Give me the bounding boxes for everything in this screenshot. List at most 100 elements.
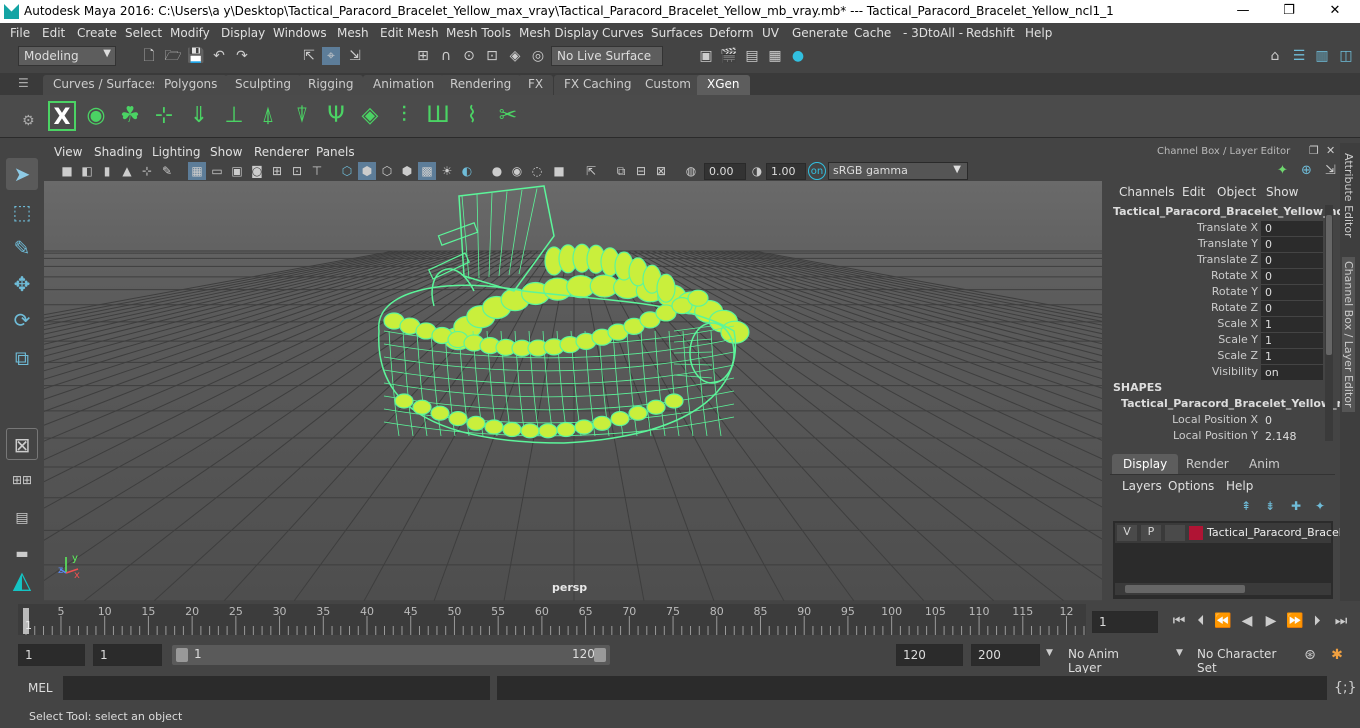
xgen-hair-icon[interactable]: ⍋ xyxy=(254,101,282,131)
xray-components-icon[interactable]: ⊠ xyxy=(652,162,670,180)
new-layer-selected-icon[interactable]: ✦ xyxy=(1315,499,1325,513)
step-back-frame-icon[interactable]: ⏴ xyxy=(1192,612,1210,630)
default-material-icon[interactable]: ⬢ xyxy=(398,162,416,180)
script-editor-icon[interactable]: {;} xyxy=(1334,679,1357,697)
step-back-key-icon[interactable]: ⏪ xyxy=(1214,612,1232,630)
menu-select[interactable]: Select xyxy=(125,26,162,40)
menu-mesh[interactable]: Mesh xyxy=(337,26,369,40)
snap-view-icon[interactable]: ⊡ xyxy=(483,47,501,65)
cb-menu-edit[interactable]: Edit xyxy=(1182,185,1205,199)
attr-value-scale-y[interactable]: 1 xyxy=(1261,333,1323,348)
play-backwards-icon[interactable]: ◀ xyxy=(1238,612,1256,630)
xgen-lock-icon[interactable]: ⍒ xyxy=(288,101,316,131)
live-surface-field[interactable]: No Live Surface xyxy=(551,46,663,66)
menu-3dtoall[interactable]: - 3DtoAll - xyxy=(903,26,963,40)
shelf-tab-animation[interactable]: Animation xyxy=(363,75,445,95)
xgen-leaf-icon[interactable]: ☘ xyxy=(116,101,144,131)
attr-value-scale-z[interactable]: 1 xyxy=(1261,349,1323,364)
textured-icon[interactable]: ▩ xyxy=(418,162,436,180)
exposure-icon[interactable]: ◍ xyxy=(682,162,700,180)
safe-title-icon[interactable]: ⊤ xyxy=(308,162,326,180)
attr-value-translate-z[interactable]: 0 xyxy=(1261,253,1323,268)
panel-menu-lighting[interactable]: Lighting xyxy=(152,145,201,159)
menu-windows[interactable]: Windows xyxy=(273,26,327,40)
layer-color-swatch[interactable] xyxy=(1189,526,1203,540)
layer-name[interactable]: Tactical_Paracord_Bracelet xyxy=(1207,526,1353,539)
grid-icon[interactable]: ▦ xyxy=(188,162,206,180)
smooth-shade-icon[interactable]: ⬢ xyxy=(358,162,376,180)
preferences-icon[interactable]: ✱ xyxy=(1328,646,1346,664)
render-frame-icon[interactable]: ▣ xyxy=(697,47,715,65)
layer-tab-anim[interactable]: Anim xyxy=(1238,454,1291,474)
xray-icon[interactable]: ⧉ xyxy=(612,162,630,180)
xgen-layer-icon[interactable]: ◈ xyxy=(356,101,384,131)
attr-value-visibility[interactable]: on xyxy=(1261,365,1323,380)
attr-value-local-position-y[interactable]: 2.148 xyxy=(1261,429,1323,444)
lasso-tool-icon[interactable]: ⬚ xyxy=(6,196,38,228)
range-start-handle[interactable] xyxy=(176,648,188,662)
2d-pan-zoom-icon[interactable]: ⊹ xyxy=(138,162,156,180)
menu-modify[interactable]: Modify xyxy=(170,26,210,40)
maximize-button[interactable]: ❐ xyxy=(1266,2,1312,20)
channel-box-scrollbar[interactable] xyxy=(1325,205,1333,441)
shelf-tab-rigging[interactable]: Rigging xyxy=(298,75,364,95)
menu-create[interactable]: Create xyxy=(77,26,117,40)
xgen-eye-icon[interactable]: ◉ xyxy=(82,101,110,131)
select-component-icon[interactable]: ⇲ xyxy=(346,47,364,65)
menu-deform[interactable]: Deform xyxy=(709,26,754,40)
shelf-settings-gear-icon[interactable]: ⚙ xyxy=(22,113,35,129)
shelf-menu-icon[interactable]: ☰ xyxy=(18,76,29,90)
redo-icon[interactable]: ↷ xyxy=(233,47,251,65)
gate-mask-icon[interactable]: ◙ xyxy=(248,162,266,180)
shelf-tab-sculpting[interactable]: Sculpting xyxy=(225,75,302,95)
playback-start-field[interactable]: 1 xyxy=(93,644,162,666)
paint-select-tool-icon[interactable]: ✎ xyxy=(6,232,38,264)
time-slider[interactable]: 5 10 15 20 25 30 35 40 45 50 55 60 65 70 75 80 85 90 95 100… xyxy=(18,604,1086,635)
menu-mesh-tools[interactable]: Mesh Tools xyxy=(446,26,511,40)
anim-layer-field[interactable]: No Anim Layer xyxy=(1062,644,1162,675)
select-object-icon[interactable]: ⌖ xyxy=(322,47,340,65)
menu-uv[interactable]: UV xyxy=(762,26,779,40)
bookmark-icon[interactable]: ▮ xyxy=(98,162,116,180)
current-frame-field[interactable]: 1 xyxy=(1092,611,1158,633)
go-to-start-icon[interactable]: ⏮ xyxy=(1170,612,1188,630)
play-forwards-icon[interactable]: ▶ xyxy=(1262,612,1280,630)
toggle-panels-icon[interactable]: ☰ xyxy=(1290,47,1308,65)
scale-tool-icon[interactable]: ⧉ xyxy=(6,342,38,374)
menu-surfaces[interactable]: Surfaces xyxy=(651,26,703,40)
snap-curve-icon[interactable]: ∩ xyxy=(437,47,455,65)
xgen-fur-icon[interactable]: Ψ xyxy=(322,101,350,131)
go-to-end-icon[interactable]: ⏭ xyxy=(1332,612,1350,630)
manipulator-icon[interactable]: ✦ xyxy=(1277,163,1288,178)
snap-grid-icon[interactable]: ⊞ xyxy=(414,47,432,65)
isolate-select-icon[interactable]: ⇱ xyxy=(582,162,600,180)
move-tool-icon[interactable]: ✥ xyxy=(6,268,38,300)
layer-tab-render[interactable]: Render xyxy=(1175,454,1240,474)
color-space-dropdown[interactable]: sRGB gamma ▼ xyxy=(828,162,968,180)
layer-list-hscrollbar[interactable] xyxy=(1115,583,1331,595)
menu-file[interactable]: File xyxy=(10,26,30,40)
float-panel-icon[interactable]: ❐ xyxy=(1309,144,1319,157)
panel-menu-view[interactable]: View xyxy=(54,145,82,159)
menu-mesh-display[interactable]: Mesh Display xyxy=(519,26,599,40)
scrollbar-thumb[interactable] xyxy=(1326,215,1332,355)
menu-cache[interactable]: Cache xyxy=(854,26,891,40)
motion-blur-icon[interactable]: ◉ xyxy=(508,162,526,180)
new-scene-icon[interactable]: 🗋 xyxy=(140,47,158,65)
xgen-groom-icon[interactable]: Ш xyxy=(424,101,452,131)
attr-value-translate-x[interactable]: 0 xyxy=(1261,221,1323,236)
menu-edit-mesh[interactable]: Edit Mesh xyxy=(380,26,439,40)
panel-menu-panels[interactable]: Panels xyxy=(316,145,355,159)
attr-value-translate-y[interactable]: 0 xyxy=(1261,237,1323,252)
field-chart-icon[interactable]: ⊞ xyxy=(268,162,286,180)
open-scene-icon[interactable]: 🗁 xyxy=(164,47,182,65)
shelf-tab-polygons[interactable]: Polygons xyxy=(154,75,228,95)
wireframe-on-shaded-icon[interactable]: ⬡ xyxy=(378,162,396,180)
range-end-handle[interactable] xyxy=(594,648,606,662)
four-view-layout-icon[interactable]: ⊞⊞ xyxy=(6,464,38,496)
xgen-delete-icon[interactable]: ✂ xyxy=(494,101,522,131)
auto-key-icon[interactable]: ⊛ xyxy=(1301,646,1319,664)
channel-speed-icon[interactable]: ⊕ xyxy=(1301,163,1312,178)
shelf-tab-curves-surfaces[interactable]: Curves / Surfaces xyxy=(43,75,169,95)
select-hierarchy-icon[interactable]: ⇱ xyxy=(300,47,318,65)
